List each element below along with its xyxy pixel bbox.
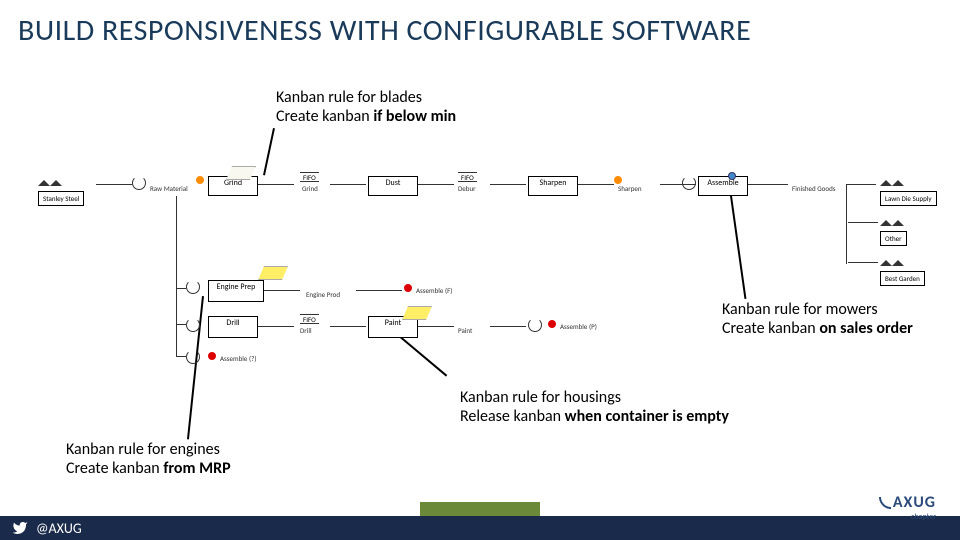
callout-blades-line2: Create kanban if below min — [276, 107, 456, 126]
twitter-icon — [12, 520, 28, 536]
node-dust: Dust — [368, 176, 418, 196]
node-drill2: Drill — [300, 326, 312, 335]
callout-engines: Kanban rule for engines Create kanban fr… — [66, 440, 231, 478]
connector-vert — [176, 196, 177, 356]
dot-blue-icon — [728, 172, 736, 180]
cycle-icon — [186, 318, 200, 332]
node-fifo2: FIFO — [458, 172, 477, 182]
cycle-icon — [528, 318, 542, 332]
connector — [330, 184, 366, 185]
pull-arrow-icon — [402, 306, 432, 320]
node-fifo3: FIFO — [300, 314, 319, 324]
footer: @AXUG — [0, 516, 960, 540]
node-drill: Drill — [208, 316, 258, 338]
node-assembleP: Assemble (P) — [560, 322, 597, 331]
page-title: BUILD RESPONSIVENESS WITH CONFIGURABLE S… — [18, 12, 751, 49]
node-assembleF: Assemble (F) — [416, 286, 452, 295]
node-paintq: Paint — [458, 326, 472, 335]
connector — [846, 184, 876, 185]
dot-red-icon — [548, 320, 556, 328]
callout-engines-line2: Create kanban from MRP — [66, 459, 231, 478]
callout-engines-line1: Kanban rule for engines — [66, 440, 231, 459]
connector — [176, 356, 186, 357]
connector — [846, 184, 847, 264]
callout-blades: Kanban rule for blades Create kanban if … — [276, 88, 456, 126]
cycle-icon — [186, 280, 200, 294]
factory-stanley: Stanley Steel — [38, 172, 84, 206]
callout-blades-line-connector — [263, 128, 275, 175]
callout-housings-line1: Kanban rule for housings — [460, 388, 729, 407]
cycle-icon — [132, 176, 146, 190]
connector — [176, 288, 186, 289]
callout-housings-line-connector — [400, 336, 447, 376]
pull-arrow-icon — [258, 266, 288, 280]
callout-blades-line1: Kanban rule for blades — [276, 88, 456, 107]
callout-housings-line2: Release kanban when container is empty — [460, 407, 729, 426]
connector — [418, 326, 454, 327]
callout-mowers-line1: Kanban rule for mowers — [722, 300, 913, 319]
connector — [848, 262, 878, 263]
node-sharpen: Sharpen — [528, 176, 578, 196]
connector — [418, 184, 454, 185]
node-engineprep: Engine Prep — [208, 280, 264, 302]
connector — [258, 184, 294, 185]
node-engineprodq: Engine Prod — [306, 290, 340, 299]
callout-mowers-line2: Create kanban on sales order — [722, 319, 913, 338]
connector — [748, 184, 788, 185]
factory-other: Other — [880, 212, 907, 246]
connector — [258, 326, 294, 327]
connector — [96, 184, 132, 185]
dot-red-icon — [404, 284, 412, 292]
node-assemble: Assemble — [698, 176, 748, 196]
brand-sub: chapter — [911, 512, 936, 522]
node-sharpenq: Sharpen — [618, 184, 642, 193]
connector — [330, 326, 366, 327]
node-finished: Finished Goods — [792, 184, 835, 193]
callout-mowers-line-connector — [730, 196, 746, 299]
connector — [848, 222, 878, 223]
dot-orange-icon — [196, 176, 204, 184]
connector — [264, 290, 300, 291]
cycle-icon — [186, 350, 200, 364]
dot-red-icon — [208, 352, 216, 360]
connector — [356, 290, 402, 291]
footer-handle: @AXUG — [36, 520, 82, 537]
connector — [490, 326, 526, 327]
callout-mowers: Kanban rule for mowers Create kanban on … — [722, 300, 913, 338]
node-fifo1: FIFO — [300, 172, 319, 182]
node-rawmat: Raw Material — [150, 184, 188, 193]
factory-lawn: Lawn Die Supply — [880, 172, 937, 206]
connector — [176, 324, 186, 325]
node-debur: Debur — [458, 184, 476, 193]
connector — [490, 184, 526, 185]
node-assembleQ: Assemble (?) — [220, 354, 256, 363]
dot-orange-icon — [614, 176, 622, 184]
callout-housings: Kanban rule for housings Release kanban … — [460, 388, 729, 426]
node-grind-label: Grind — [302, 184, 318, 193]
cycle-icon — [682, 176, 696, 190]
connector — [578, 184, 614, 185]
factory-best: Best Garden — [880, 252, 925, 286]
brand-logo: AXUG — [879, 493, 936, 512]
